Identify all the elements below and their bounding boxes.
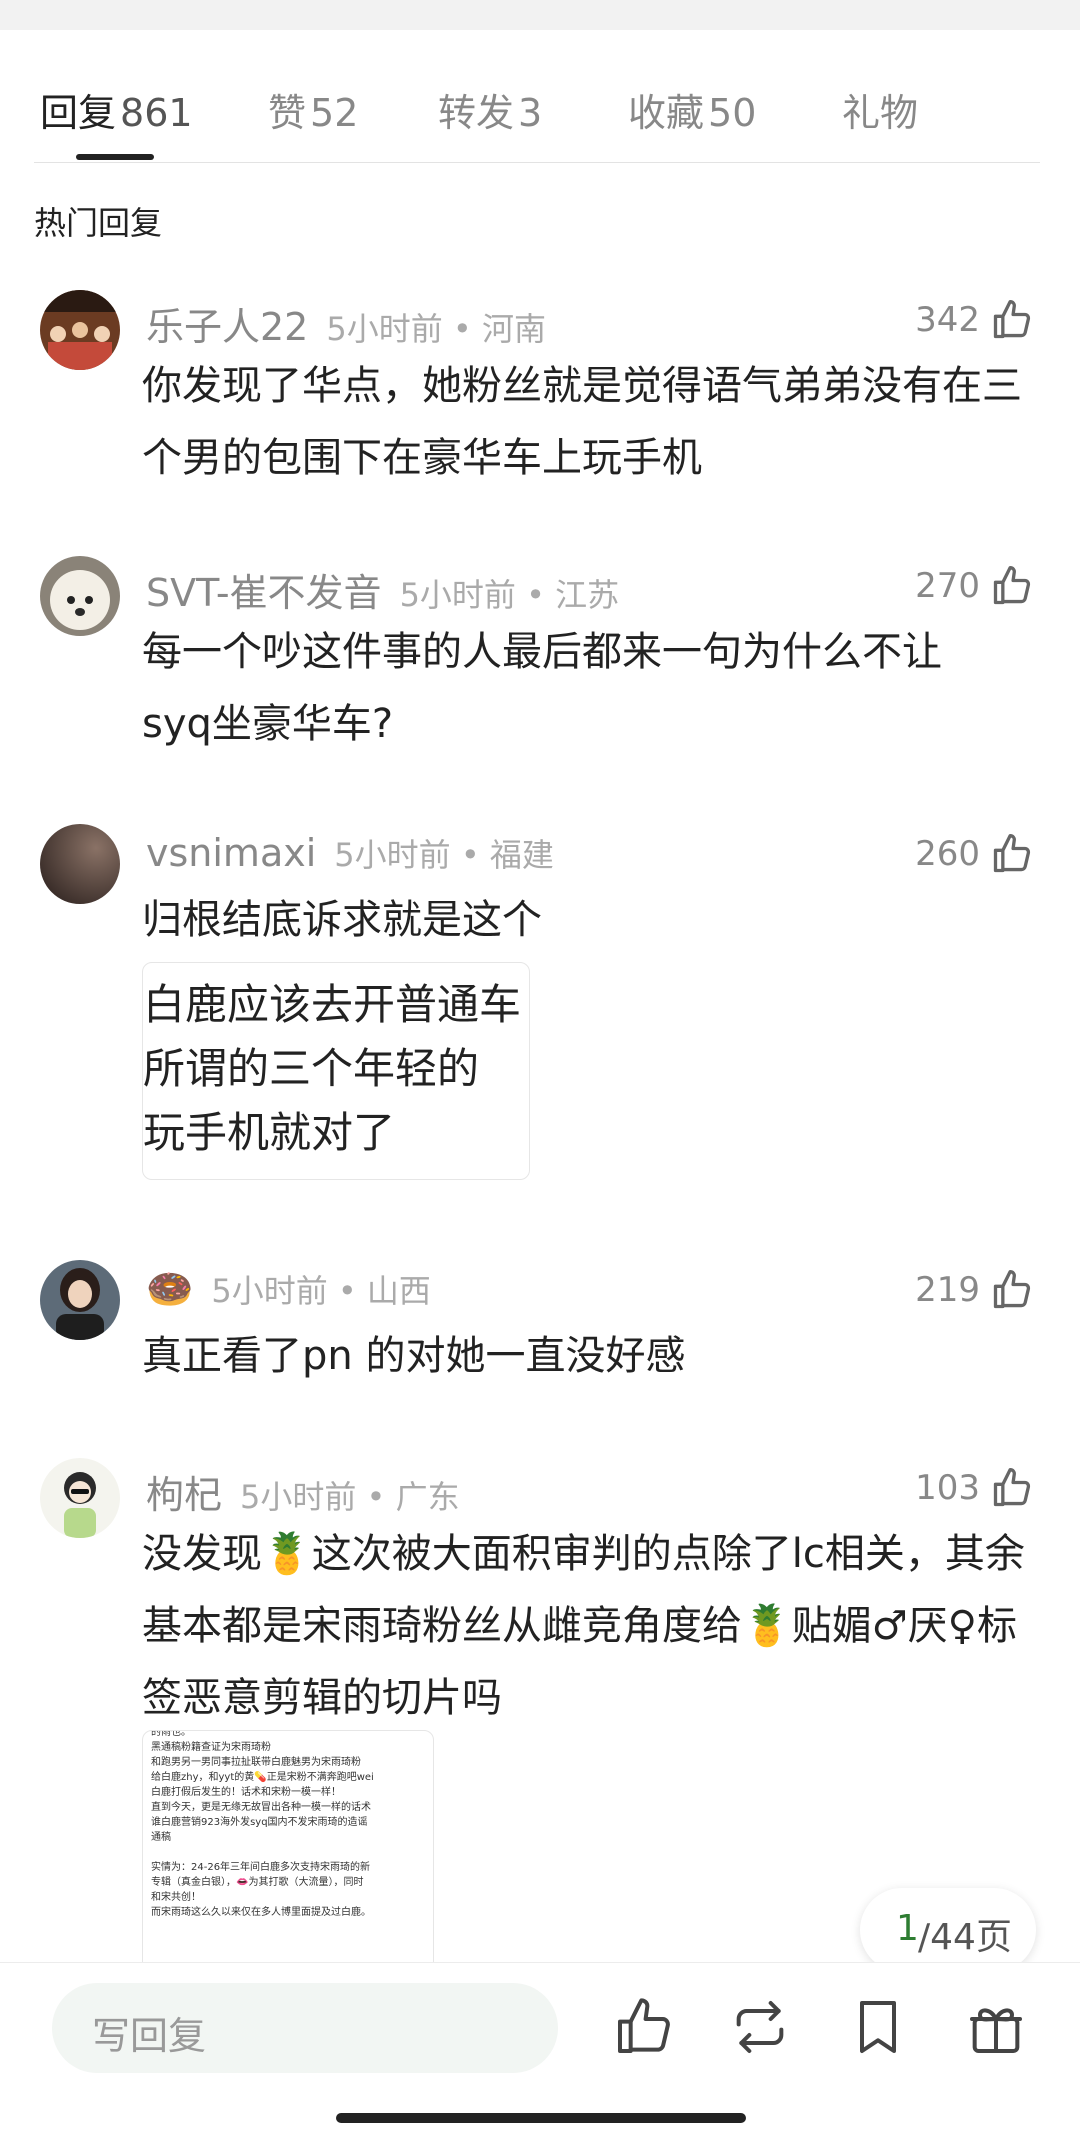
tab-label: 收藏: [628, 91, 705, 135]
comment-image[interactable]: 白鹿应该去开普通车 所谓的三个年轻的 玩手机就对了: [142, 962, 530, 1180]
like-icon[interactable]: [612, 1995, 676, 2059]
current-page: 1: [896, 1908, 919, 1949]
timestamp-location: 5小时前 • 福建: [334, 836, 554, 874]
comment-text: 每一个吵这件事的人最后都来一句为什么不让syq坐豪华车?: [142, 629, 942, 747]
tab-label: 转发: [438, 91, 515, 135]
comment-text: 你发现了华点，她粉丝就是觉得语气弟弟没有在三个男的包围下在豪华车上玩手机: [142, 363, 1022, 481]
image-text-line: 专辑（真金白银），👄为其打歌（大流量），同时: [151, 1877, 364, 1888]
image-text-line: 给白鹿zhy，和yyt的黄💊正是宋粉不满奔跑吧wei: [151, 1772, 374, 1783]
thumbs-up-icon: [993, 566, 1031, 605]
timestamp-location: 5小时前 • 广东: [240, 1478, 460, 1516]
tab-likes[interactable]: 赞 52: [268, 82, 358, 137]
image-text-line: 和跑男另一男同事拉扯联带白鹿魅男为宋雨琦粉: [151, 1757, 361, 1768]
page-total: /44页: [918, 1917, 1012, 1958]
image-text-line: 通稿: [151, 1832, 171, 1843]
like-count: 260: [915, 834, 980, 874]
divider: [34, 162, 1040, 163]
image-text-line: [151, 1845, 431, 1860]
image-text-line: 和宋共创！: [151, 1892, 201, 1903]
active-tab-indicator: [76, 154, 154, 160]
tab-label: 礼物: [842, 91, 919, 135]
like-count: 342: [915, 300, 980, 340]
username[interactable]: 枸杞: [146, 1464, 222, 1519]
comment-meta: 乐子人22 5小时前 • 河南: [146, 296, 546, 349]
like-button[interactable]: 260: [915, 824, 1034, 884]
tab-bar: 回复 861 赞 52 转发 3 收藏 50 礼物: [0, 60, 1080, 170]
tab-count: 861: [120, 91, 193, 135]
comment-meta: 🍩 5小时前 • 山西: [146, 1266, 431, 1316]
gift-icon[interactable]: [964, 1995, 1028, 2059]
thumbs-up-icon: [993, 300, 1031, 339]
home-indicator: [336, 2113, 746, 2123]
comment-meta: 枸杞 5小时前 • 广东: [146, 1464, 460, 1517]
like-button[interactable]: 103: [915, 1458, 1034, 1518]
bookmark-icon[interactable]: [846, 1995, 910, 2059]
section-title: 热门回复: [34, 204, 163, 242]
bottom-action-bar: 写回复: [0, 1962, 1080, 2138]
tab-label: 回复: [40, 91, 117, 135]
image-text-line: 的雨也。: [151, 1730, 191, 1738]
like-count: 219: [915, 1270, 980, 1310]
username[interactable]: SVT-崔不发音: [146, 562, 382, 617]
username[interactable]: 乐子人22: [146, 296, 308, 351]
image-text-line: 而宋雨琦这么久以来仅在多人博里面提及过白鹿。: [151, 1907, 371, 1918]
image-text-line: 玩手机就对了: [143, 1108, 396, 1157]
tab-count: 50: [708, 91, 757, 135]
repost-icon[interactable]: [728, 1995, 792, 2059]
comment-meta: vsnimaxi 5小时前 • 福建: [146, 830, 554, 880]
username[interactable]: 🍩: [146, 1267, 193, 1312]
tab-count: 52: [310, 91, 359, 135]
comment-text: 没发现🍍这次被大面积审判的点除了lc相关，其余基本都是宋雨琦粉丝从雌竞角度给🍍贴…: [142, 1531, 1025, 1721]
like-count: 103: [915, 1468, 980, 1508]
comment-meta: SVT-崔不发音 5小时前 • 江苏: [146, 562, 619, 615]
like-button[interactable]: 270: [915, 556, 1034, 616]
tab-label: 赞: [268, 91, 307, 135]
image-text-line: 白鹿打假后发生的！话术和宋粉一模一样！: [151, 1787, 341, 1798]
avatar[interactable]: [40, 556, 120, 636]
tab-replies[interactable]: 回复 861: [40, 82, 193, 137]
avatar[interactable]: [40, 824, 120, 904]
image-text-line: 实情为：24-26年三年间白鹿多次支持宋雨琦的新: [151, 1862, 371, 1873]
image-text-line: 白鹿应该去开普通车: [143, 980, 522, 1029]
reply-input[interactable]: 写回复: [52, 1983, 558, 2073]
username[interactable]: vsnimaxi: [146, 831, 316, 875]
timestamp-location: 5小时前 • 河南: [326, 310, 546, 348]
like-button[interactable]: 342: [915, 290, 1034, 350]
comment-image[interactable]: 的雨也。 黑通稿粉籍查证为宋雨琦粉 和跑男另一男同事拉扯联带白鹿魅男为宋雨琦粉 …: [142, 1730, 434, 1972]
avatar[interactable]: [40, 1458, 120, 1538]
image-text-line: 所谓的三个年轻的: [143, 1044, 480, 1093]
like-button[interactable]: 219: [915, 1260, 1034, 1320]
avatar[interactable]: [40, 290, 120, 370]
comment-text: 真正看了pn 的对她一直没好感: [142, 1333, 686, 1379]
reply-placeholder: 写回复: [92, 2014, 207, 2058]
tab-reposts[interactable]: 转发 3: [438, 82, 542, 137]
image-text-line: 谁白鹿营销923海外发syq国内不发宋雨琦的造谣: [151, 1817, 368, 1828]
avatar[interactable]: [40, 1260, 120, 1340]
tab-favorites[interactable]: 收藏 50: [628, 82, 756, 137]
like-count: 270: [915, 566, 980, 606]
tab-count: 3: [518, 91, 543, 135]
status-strip: [0, 0, 1080, 30]
thumbs-up-icon: [993, 1270, 1031, 1309]
comment-text: 归根结底诉求就是这个: [142, 897, 542, 943]
image-text-line: 直到今天，更是无缘无故冒出各种一模一样的话术: [151, 1802, 371, 1813]
timestamp-location: 5小时前 • 江苏: [399, 576, 620, 614]
pagination-indicator[interactable]: 1 /44页: [860, 1888, 1036, 1972]
thumbs-up-icon: [993, 1468, 1031, 1507]
thumbs-up-icon: [993, 834, 1031, 873]
timestamp-location: 5小时前 • 山西: [211, 1272, 431, 1310]
tab-gifts[interactable]: 礼物: [842, 82, 918, 137]
image-text-line: 黑通稿粉籍查证为宋雨琦粉: [151, 1742, 271, 1753]
